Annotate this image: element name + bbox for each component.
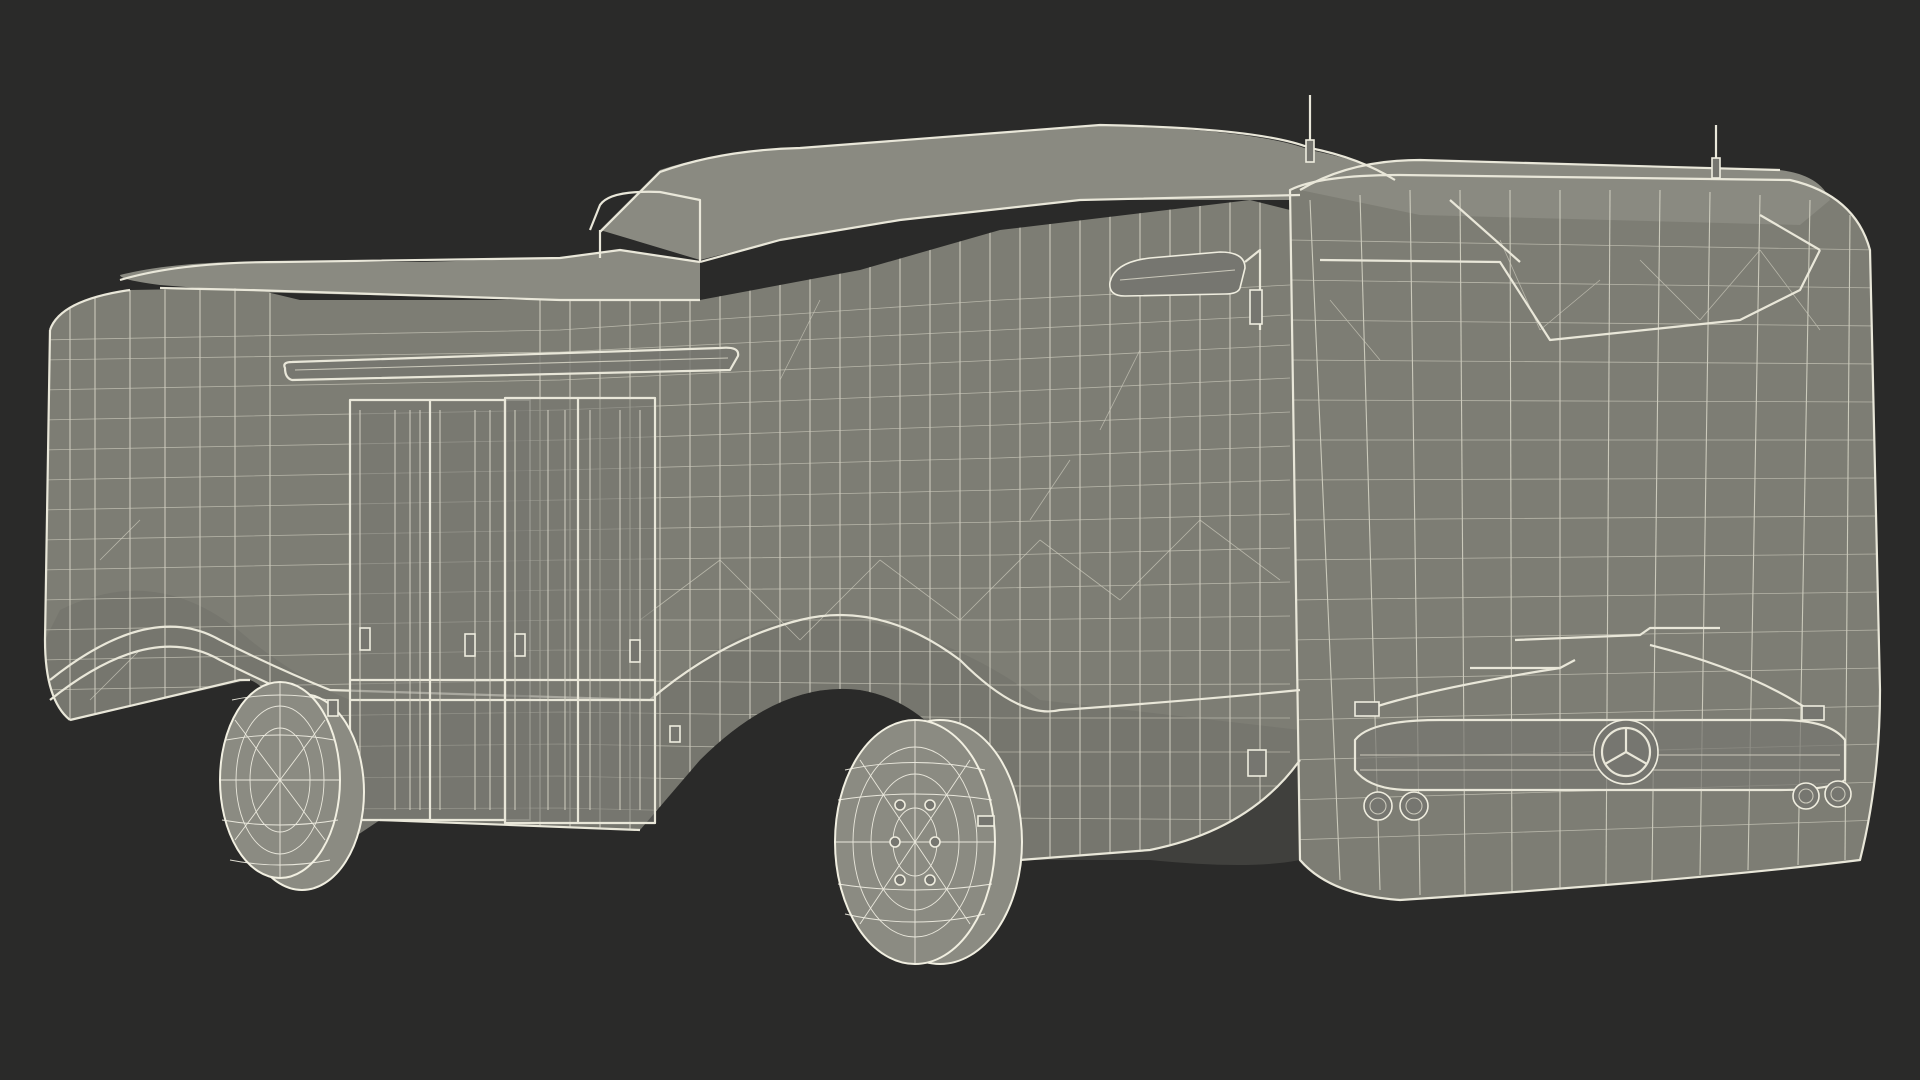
bus-wireframe-render [43, 95, 1882, 965]
front-wheel [834, 719, 1023, 965]
render-viewport [0, 0, 1920, 1080]
brand-logo [1593, 719, 1659, 785]
side-doors [348, 396, 657, 825]
